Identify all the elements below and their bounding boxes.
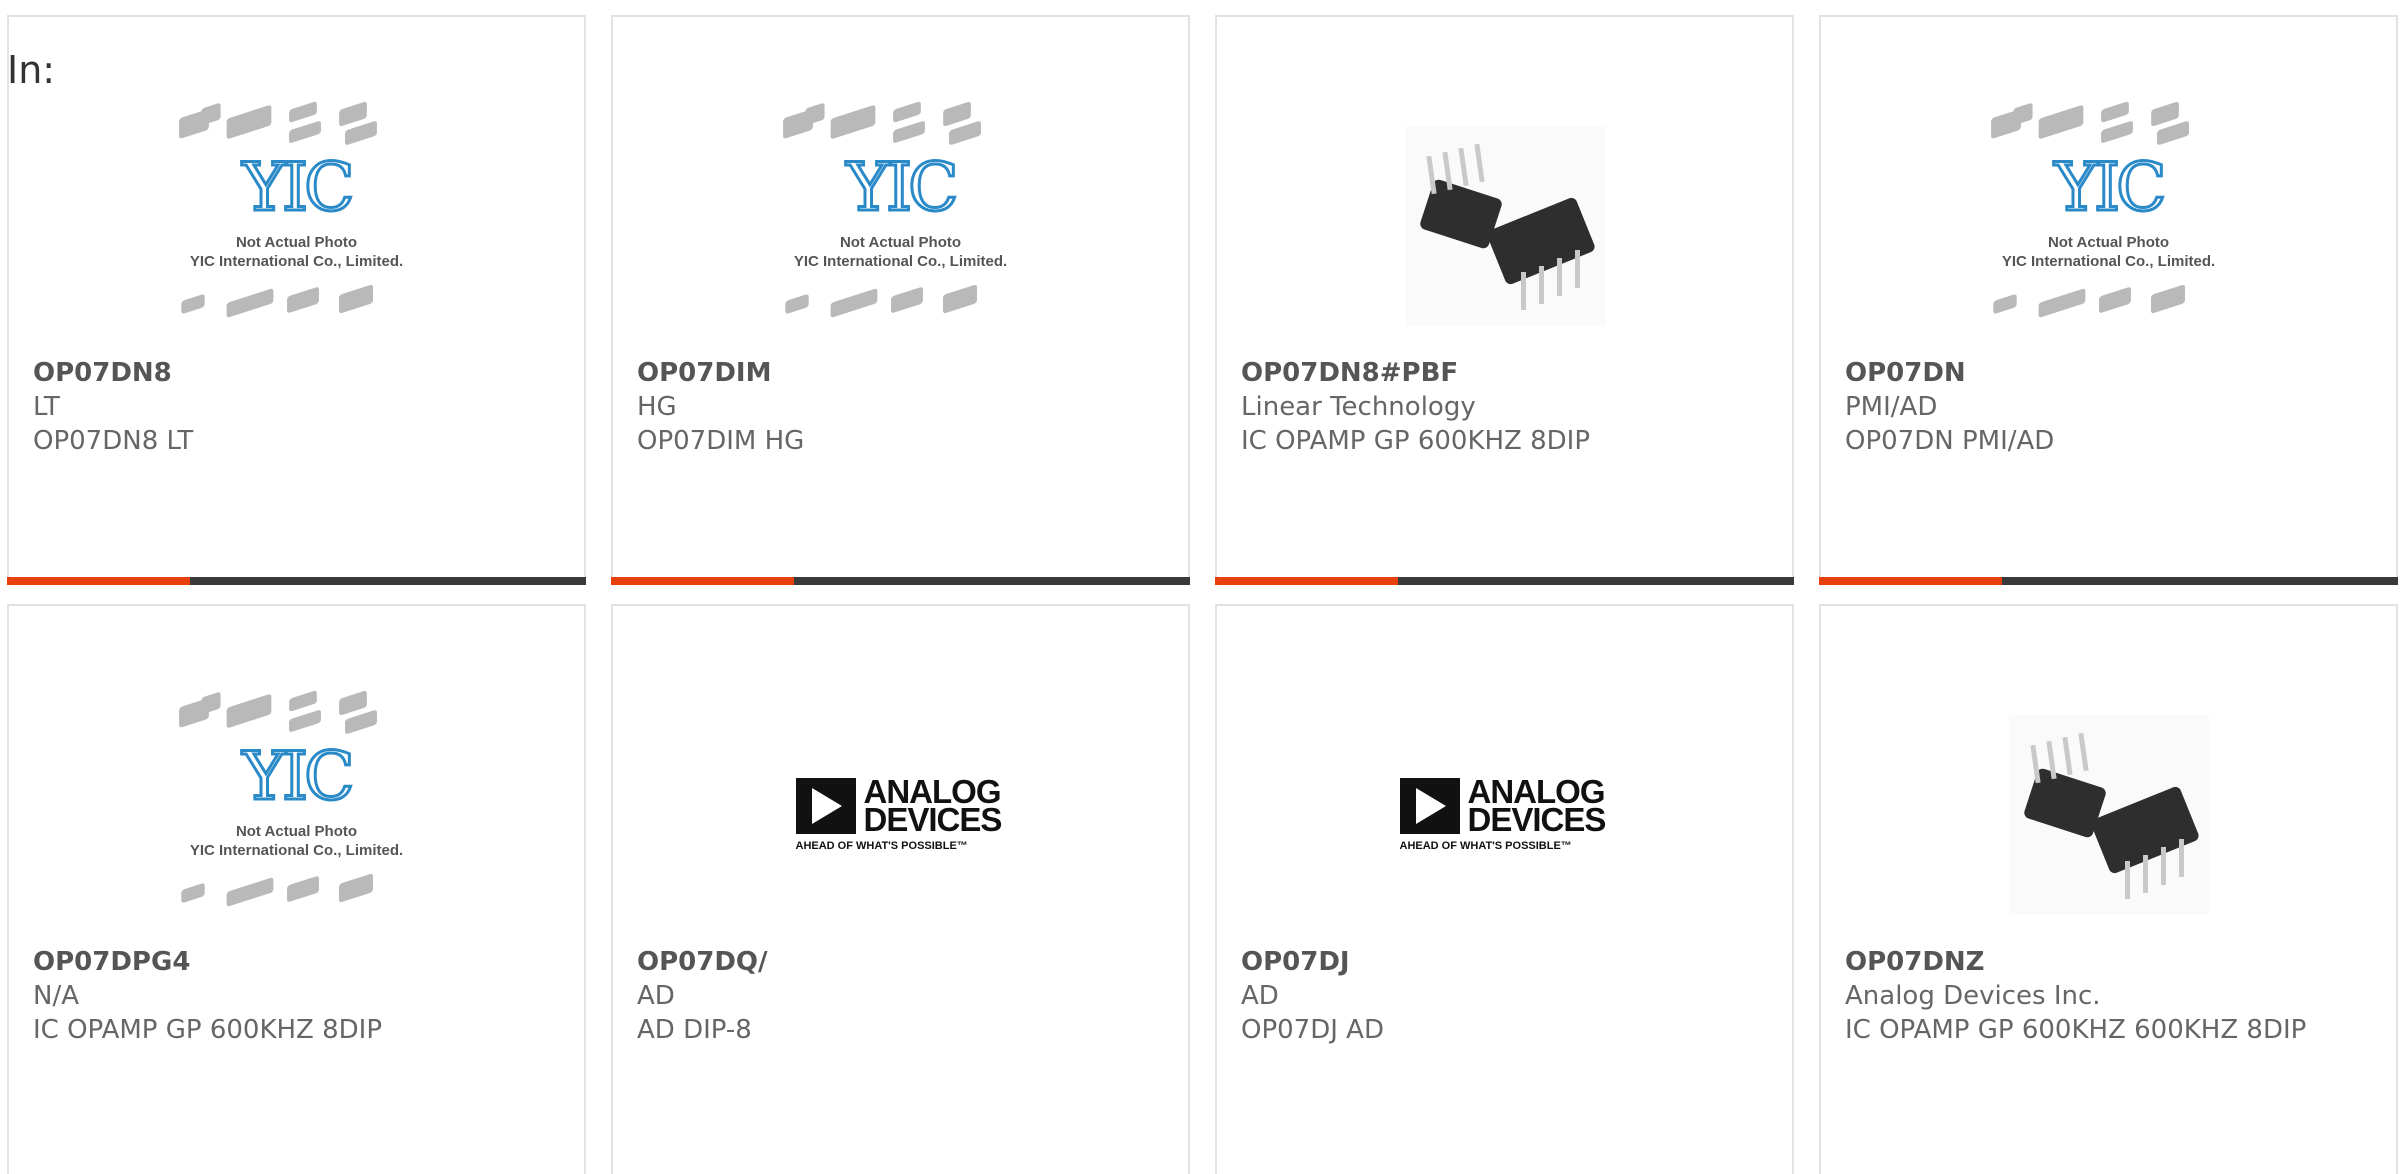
manufacturer: Analog Devices Inc. xyxy=(1845,981,2101,1011)
card-bottom-bar xyxy=(1819,577,2398,585)
product-info: OP07DQ/ AD AD DIP-8 xyxy=(637,945,1164,1047)
card-accent xyxy=(1819,577,2002,585)
description: IC OPAMP GP 600KHZ 8DIP xyxy=(1241,426,1591,456)
product-image[interactable]: YIC Not Actual Photo YIC International C… xyxy=(613,89,1188,363)
product-info: OP07DN8 LT OP07DN8 LT xyxy=(33,356,560,458)
placeholder-caption: Not Actual Photo YIC International Co., … xyxy=(189,234,404,270)
description: IC OPAMP GP 600KHZ 8DIP xyxy=(33,1015,383,1045)
product-card[interactable]: YIC Not Actual Photo YIC International C… xyxy=(1819,15,2398,585)
product-image[interactable] xyxy=(1821,678,2396,952)
card-bottom-bar xyxy=(1215,577,1794,585)
product-card[interactable]: OP07DN8#PBF Linear Technology IC OPAMP G… xyxy=(1215,15,1794,585)
dip-package-photo xyxy=(2008,715,2209,915)
dip-package-photo xyxy=(1404,126,1605,326)
description: IC OPAMP GP 600KHZ 600KHZ 8DIP xyxy=(1845,1015,2307,1045)
manufacturer: AD xyxy=(1241,981,1279,1011)
part-number[interactable]: OP07DIM xyxy=(637,356,1164,390)
manufacturer: AD xyxy=(637,981,675,1011)
card-accent xyxy=(7,577,190,585)
manufacturer: Linear Technology xyxy=(1241,392,1476,422)
description: AD DIP-8 xyxy=(637,1015,752,1045)
yic-placeholder-image: YIC Not Actual Photo YIC International C… xyxy=(766,100,1036,351)
yic-logo: YIC xyxy=(2053,149,2168,226)
part-number[interactable]: OP07DJ xyxy=(1241,945,1768,979)
manufacturer: LT xyxy=(33,392,60,422)
product-grid: YIC Not Actual Photo YIC International C… xyxy=(7,15,2398,1174)
product-card[interactable]: ANALOG DEVICES AHEAD OF WHAT'S POSSIBLE™… xyxy=(611,604,1190,1174)
yic-logo: YIC xyxy=(845,149,960,226)
manufacturer: PMI/AD xyxy=(1845,392,1938,422)
part-number[interactable]: OP07DN8 xyxy=(33,356,560,390)
product-info: OP07DNZ Analog Devices Inc. IC OPAMP GP … xyxy=(1845,945,2372,1047)
analog-devices-logo: ANALOG DEVICES AHEAD OF WHAT'S POSSIBLE™ xyxy=(1399,773,1606,852)
yic-placeholder-image: YIC Not Actual Photo YIC International C… xyxy=(1974,100,2244,351)
part-number[interactable]: OP07DNZ xyxy=(1845,945,2372,979)
placeholder-caption: Not Actual Photo YIC International Co., … xyxy=(189,823,404,859)
product-image[interactable]: ANALOG DEVICES AHEAD OF WHAT'S POSSIBLE™ xyxy=(613,678,1188,952)
product-image[interactable]: ANALOG DEVICES AHEAD OF WHAT'S POSSIBLE™ xyxy=(1217,678,1792,952)
card-bottom-bar xyxy=(7,577,586,585)
product-image[interactable] xyxy=(1217,89,1792,363)
yic-placeholder-image: YIC Not Actual Photo YIC International C… xyxy=(162,100,432,351)
yic-logo: YIC xyxy=(241,738,356,815)
analog-devices-logo: ANALOG DEVICES AHEAD OF WHAT'S POSSIBLE™ xyxy=(795,773,1002,852)
page-label: In: xyxy=(7,48,56,92)
description: OP07DJ AD xyxy=(1241,1015,1384,1045)
placeholder-caption: Not Actual Photo YIC International Co., … xyxy=(793,234,1008,270)
placeholder-caption: Not Actual Photo YIC International Co., … xyxy=(2001,234,2216,270)
product-info: OP07DPG4 N/A IC OPAMP GP 600KHZ 8DIP xyxy=(33,945,560,1047)
product-image[interactable]: YIC Not Actual Photo YIC International C… xyxy=(1821,89,2396,363)
product-image[interactable]: YIC Not Actual Photo YIC International C… xyxy=(9,678,584,952)
card-accent xyxy=(611,577,794,585)
manufacturer: N/A xyxy=(33,981,79,1011)
card-bottom-bar xyxy=(611,577,1190,585)
yic-logo: YIC xyxy=(241,149,356,226)
product-card[interactable]: YIC Not Actual Photo YIC International C… xyxy=(7,15,586,585)
product-info: OP07DN PMI/AD OP07DN PMI/AD xyxy=(1845,356,2372,458)
play-triangle-icon xyxy=(1399,778,1460,834)
product-info: OP07DIM HG OP07DIM HG xyxy=(637,356,1164,458)
part-number[interactable]: OP07DN8#PBF xyxy=(1241,356,1768,390)
manufacturer: HG xyxy=(637,392,677,422)
card-accent xyxy=(1215,577,1398,585)
product-card[interactable]: YIC Not Actual Photo YIC International C… xyxy=(611,15,1190,585)
description: OP07DN8 LT xyxy=(33,426,194,456)
part-number[interactable]: OP07DQ/ xyxy=(637,945,1164,979)
part-number[interactable]: OP07DPG4 xyxy=(33,945,560,979)
product-info: OP07DN8#PBF Linear Technology IC OPAMP G… xyxy=(1241,356,1768,458)
product-image[interactable]: YIC Not Actual Photo YIC International C… xyxy=(9,89,584,363)
part-number[interactable]: OP07DN xyxy=(1845,356,2372,390)
product-info: OP07DJ AD OP07DJ AD xyxy=(1241,945,1768,1047)
play-triangle-icon xyxy=(795,778,856,834)
product-card[interactable]: ANALOG DEVICES AHEAD OF WHAT'S POSSIBLE™… xyxy=(1215,604,1794,1174)
yic-placeholder-image: YIC Not Actual Photo YIC International C… xyxy=(162,689,432,940)
product-card[interactable]: YIC Not Actual Photo YIC International C… xyxy=(7,604,586,1174)
product-card[interactable]: OP07DNZ Analog Devices Inc. IC OPAMP GP … xyxy=(1819,604,2398,1174)
description: OP07DN PMI/AD xyxy=(1845,426,2055,456)
description: OP07DIM HG xyxy=(637,426,805,456)
